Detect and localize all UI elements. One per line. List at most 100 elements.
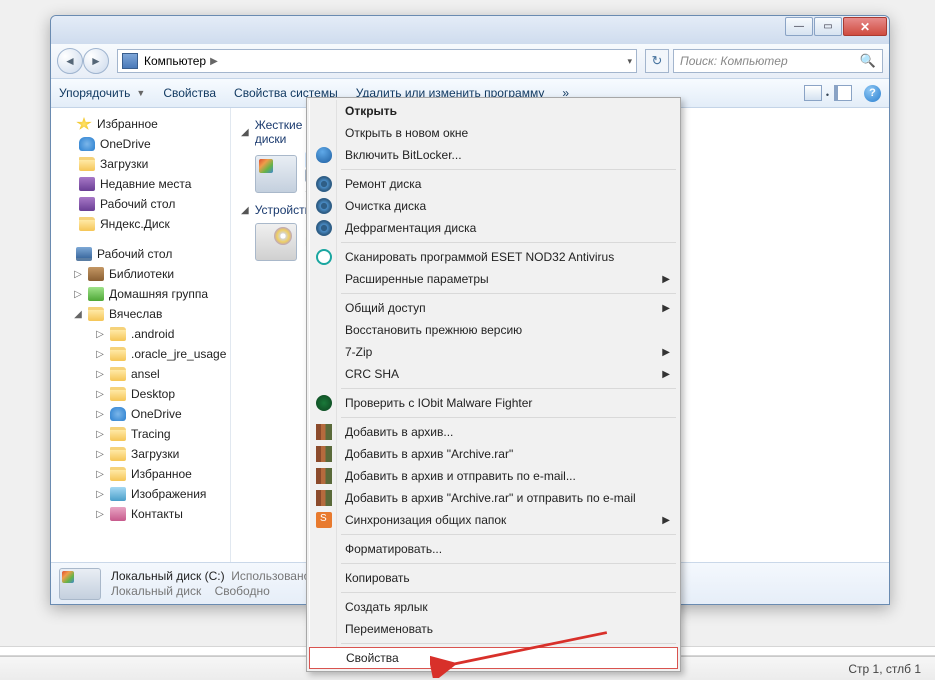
archive-icon (316, 446, 332, 462)
cm-add-email[interactable]: Добавить в архив и отправить по e-mail..… (309, 465, 678, 487)
star-icon (76, 117, 92, 131)
cm-share[interactable]: Общий доступ▶ (309, 297, 678, 319)
cm-add-archive-rar[interactable]: Добавить в архив "Archive.rar" (309, 443, 678, 465)
submenu-arrow-icon: ▶ (662, 369, 670, 380)
help-icon[interactable]: ? (864, 85, 881, 102)
status-free-label: Свободно (215, 584, 270, 598)
sync-icon (316, 512, 332, 528)
cloud-icon (79, 137, 95, 151)
sidebar-favorites[interactable]: Избранное (53, 114, 228, 134)
archive-icon (316, 468, 332, 484)
search-icon[interactable]: 🔍 (860, 53, 876, 69)
cm-crc[interactable]: CRC SHA▶ (309, 363, 678, 385)
archive-icon (316, 490, 332, 506)
collapse-icon: ◢ (241, 127, 249, 138)
cm-add-rar-email[interactable]: Добавить в архив "Archive.rar" и отправи… (309, 487, 678, 509)
folder-icon (88, 307, 104, 321)
sidebar-downloads2[interactable]: ▷Загрузки (53, 444, 228, 464)
refresh-button[interactable]: ↻ (645, 49, 669, 73)
folder-icon (79, 217, 95, 231)
maximize-button[interactable]: ▭ (814, 17, 842, 36)
cm-iobit[interactable]: Проверить с IObit Malware Fighter (309, 392, 678, 414)
cursor-position: Стр 1, стлб 1 (848, 662, 921, 676)
sidebar-oracle[interactable]: ▷.oracle_jre_usage (53, 344, 228, 364)
cm-sync[interactable]: Синхронизация общих папок▶ (309, 509, 678, 531)
cm-properties[interactable]: Свойства (309, 647, 678, 669)
folder-icon (110, 347, 126, 361)
homegroup-icon (88, 287, 104, 301)
status-type: Локальный диск (111, 584, 201, 598)
sidebar-homegroup[interactable]: ▷Домашняя группа (53, 284, 228, 304)
cm-advanced[interactable]: Расширенные параметры▶ (309, 268, 678, 290)
view-options-icon[interactable] (804, 85, 822, 101)
hdd-icon (59, 568, 101, 600)
preview-pane-icon[interactable] (834, 85, 852, 101)
address-dropdown-icon[interactable]: ▾ (627, 56, 632, 67)
iobit-icon (316, 395, 332, 411)
images-icon (110, 487, 126, 501)
folder-icon (110, 467, 126, 481)
shield-icon (316, 147, 332, 163)
sidebar-contacts[interactable]: ▷Контакты (53, 504, 228, 524)
cm-restore[interactable]: Восстановить прежнюю версию (309, 319, 678, 341)
sidebar-onedrive2[interactable]: ▷OneDrive (53, 404, 228, 424)
cm-shortcut[interactable]: Создать ярлык (309, 596, 678, 618)
cm-defrag[interactable]: Дефрагментация диска (309, 217, 678, 239)
folder-icon (110, 387, 126, 401)
titlebar: — ▭ ✕ (51, 16, 889, 44)
cm-open-new[interactable]: Открыть в новом окне (309, 122, 678, 144)
disk-icon (316, 176, 332, 192)
sidebar-desk-en[interactable]: ▷Desktop (53, 384, 228, 404)
folder-icon (110, 447, 126, 461)
sidebar-tracing[interactable]: ▷Tracing (53, 424, 228, 444)
status-title: Локальный диск (C:) (111, 569, 225, 583)
sidebar-recent[interactable]: Недавние места (53, 174, 228, 194)
cm-bitlocker[interactable]: Включить BitLocker... (309, 144, 678, 166)
cm-add-archive[interactable]: Добавить в архив... (309, 421, 678, 443)
cm-open[interactable]: Открыть (309, 100, 678, 122)
cloud-icon (110, 407, 126, 421)
search-placeholder: Поиск: Компьютер (680, 54, 788, 68)
back-button[interactable]: ◄ (57, 48, 83, 74)
forward-button[interactable]: ► (83, 48, 109, 74)
submenu-arrow-icon: ▶ (662, 274, 670, 285)
sidebar-yadisk[interactable]: Яндекс.Диск (53, 214, 228, 234)
archive-icon (316, 424, 332, 440)
organize-menu[interactable]: Упорядочить (59, 86, 130, 100)
minimize-button[interactable]: — (785, 17, 813, 36)
sidebar-user[interactable]: ◢Вячеслав (53, 304, 228, 324)
sidebar-desktop-root[interactable]: Рабочий стол (53, 244, 228, 264)
properties-button[interactable]: Свойства (163, 86, 216, 100)
cm-copy[interactable]: Копировать (309, 567, 678, 589)
close-button[interactable]: ✕ (843, 17, 887, 36)
folder-icon (110, 427, 126, 441)
disk-icon (316, 220, 332, 236)
computer-icon (122, 53, 138, 69)
sidebar-android[interactable]: ▷.android (53, 324, 228, 344)
folder-icon (79, 157, 95, 171)
dvd-icon (255, 223, 297, 261)
sidebar-downloads[interactable]: Загрузки (53, 154, 228, 174)
cm-repair[interactable]: Ремонт диска (309, 173, 678, 195)
search-input[interactable]: Поиск: Компьютер 🔍 (673, 49, 883, 73)
libraries-icon (88, 267, 104, 281)
cm-rename[interactable]: Переименовать (309, 618, 678, 640)
contacts-icon (110, 507, 126, 521)
collapse-icon: ◢ (241, 205, 249, 216)
cm-eset[interactable]: Сканировать программой ESET NOD32 Antivi… (309, 246, 678, 268)
cm-cleanup[interactable]: Очистка диска (309, 195, 678, 217)
cm-7zip[interactable]: 7-Zip▶ (309, 341, 678, 363)
cm-format[interactable]: Форматировать... (309, 538, 678, 560)
sidebar-desktop[interactable]: Рабочий стол (53, 194, 228, 214)
folder-icon (110, 367, 126, 381)
address-segment[interactable]: Компьютер (144, 54, 206, 68)
breadcrumb-arrow-icon[interactable]: ▶ (210, 56, 218, 67)
sidebar-libraries[interactable]: ▷Библиотеки (53, 264, 228, 284)
address-bar[interactable]: Компьютер ▶ ▾ (117, 49, 637, 73)
sidebar-favorites2[interactable]: ▷Избранное (53, 464, 228, 484)
submenu-arrow-icon: ▶ (662, 303, 670, 314)
sidebar-onedrive[interactable]: OneDrive (53, 134, 228, 154)
sidebar-ansel[interactable]: ▷ansel (53, 364, 228, 384)
sidebar-images[interactable]: ▷Изображения (53, 484, 228, 504)
disk-icon (316, 198, 332, 214)
